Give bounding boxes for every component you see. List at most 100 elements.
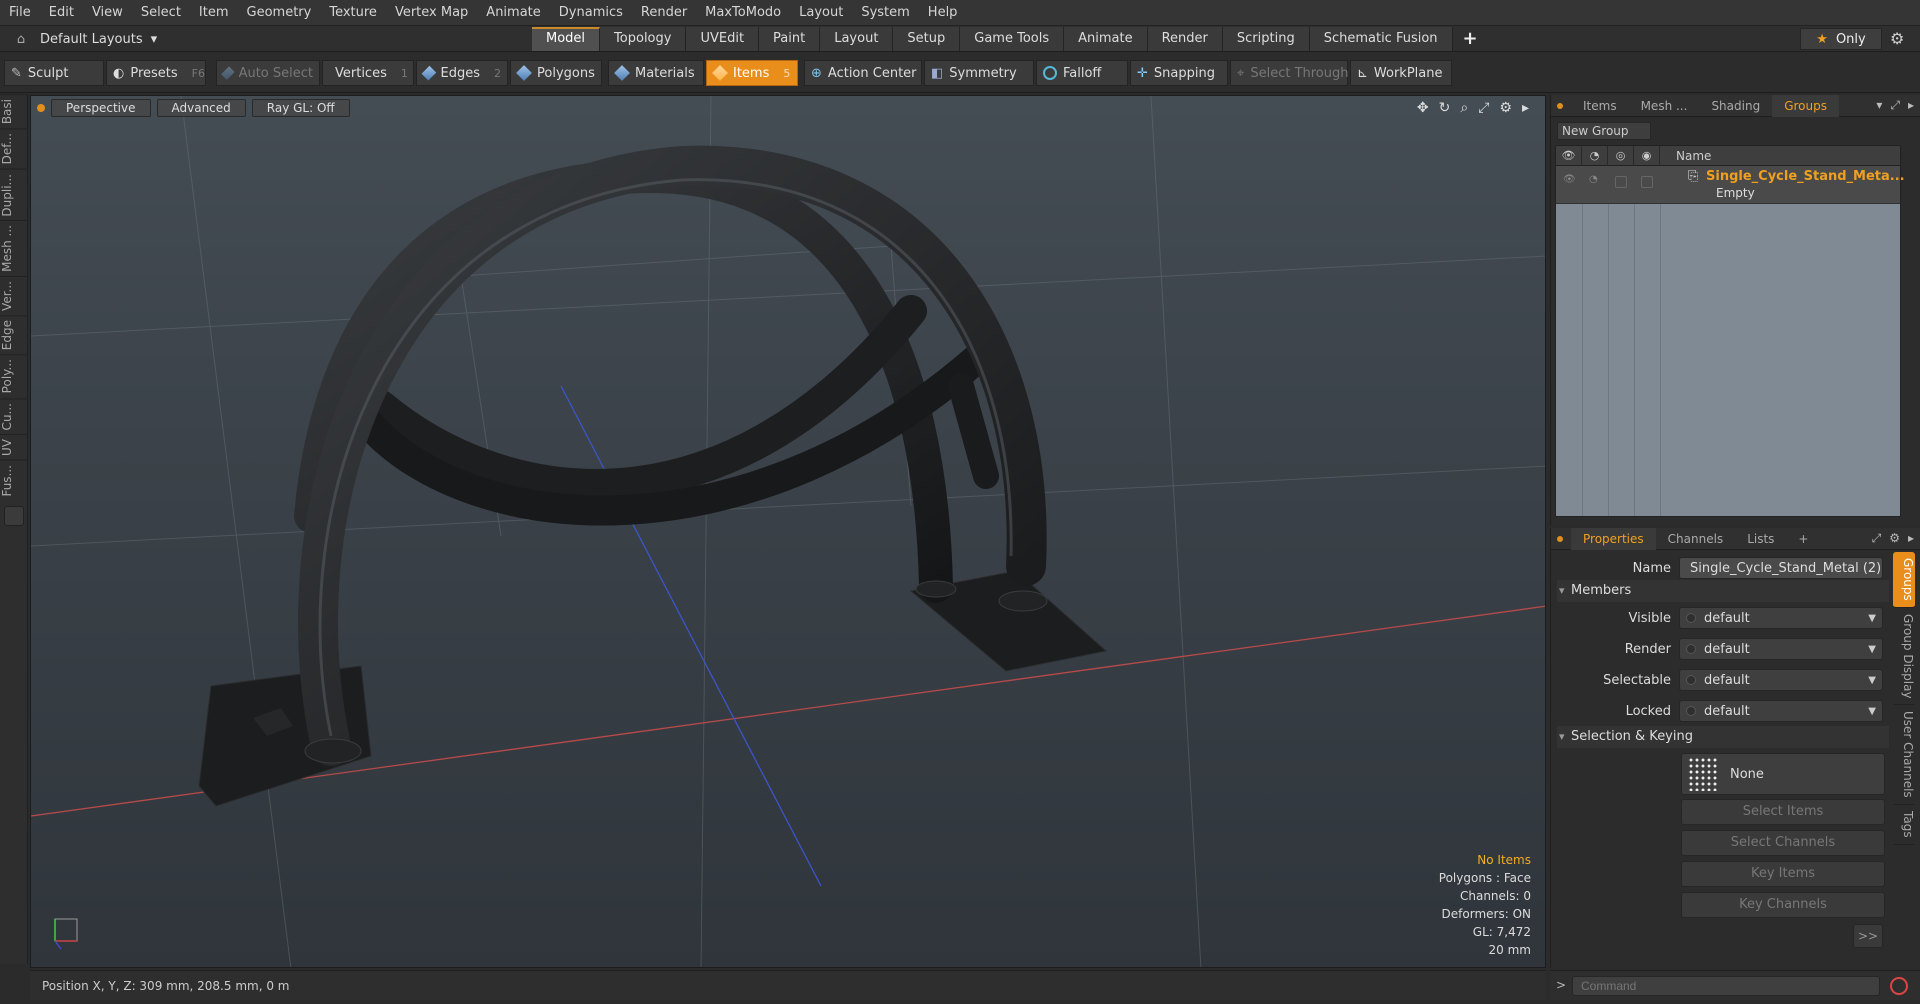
viewport-gear-icon[interactable]: ⚙ — [1499, 100, 1512, 116]
left-tab-edge[interactable]: Edge — [0, 314, 28, 355]
select-column-icon[interactable]: ◎ — [1608, 145, 1634, 166]
maximize-icon[interactable]: ⤢ — [1478, 100, 1489, 116]
left-tab-mesh[interactable]: Mesh ... — [0, 220, 28, 277]
select-channels-button[interactable]: Select Channels — [1681, 830, 1885, 856]
command-input[interactable] — [1572, 976, 1880, 996]
row-select-checkbox[interactable] — [1615, 176, 1627, 188]
panel-menu-icon[interactable]: ▾ — [1876, 98, 1882, 113]
row-render-icon[interactable]: ◔ — [1589, 174, 1601, 186]
menu-maxtomodo[interactable]: MaxToModo — [696, 0, 790, 26]
menu-file[interactable]: File — [0, 0, 40, 26]
locked-dropdown[interactable]: default ▼ — [1679, 700, 1883, 722]
left-tab-uv[interactable]: UV — [0, 433, 28, 460]
menu-dynamics[interactable]: Dynamics — [550, 0, 632, 26]
left-tab-fusion[interactable]: Fus... — [0, 459, 28, 501]
rotate-icon[interactable]: ↻ — [1439, 100, 1451, 116]
tab-uvedit[interactable]: UVEdit — [686, 27, 760, 51]
items-button[interactable]: Items 5 — [706, 60, 798, 86]
tab-scripting[interactable]: Scripting — [1222, 27, 1310, 51]
snapping-button[interactable]: ✛ Snapping — [1130, 60, 1228, 86]
side-tab-group-display[interactable]: Group Display — [1893, 608, 1915, 706]
tab-setup[interactable]: Setup — [893, 27, 961, 51]
menu-help[interactable]: Help — [919, 0, 967, 26]
left-tab-duplicate[interactable]: Dupli... — [0, 168, 28, 221]
render-keyframe-dot[interactable] — [1686, 644, 1696, 654]
presets-button[interactable]: ◐ Presets F6 — [106, 60, 206, 86]
tab-topology[interactable]: Topology — [600, 27, 687, 51]
render-column-icon[interactable]: ◔ — [1582, 145, 1608, 166]
tab-model[interactable]: Model — [532, 27, 601, 51]
more-button[interactable]: >> — [1853, 924, 1883, 948]
auto-select-button[interactable]: Auto Select — [216, 60, 320, 86]
selection-keying-section-header[interactable]: Selection & Keying — [1557, 726, 1889, 748]
panel-expand-icon[interactable]: ⤢ — [1890, 98, 1900, 113]
menu-edit[interactable]: Edit — [40, 0, 83, 26]
shading-mode-button[interactable]: Advanced — [156, 99, 246, 117]
tab-paint[interactable]: Paint — [759, 27, 821, 51]
tab-game-tools[interactable]: Game Tools — [960, 27, 1065, 51]
falloff-button[interactable]: Falloff — [1036, 60, 1128, 86]
layout-selector[interactable]: ⌂ Default Layouts ▾ — [10, 28, 157, 50]
render-dropdown[interactable]: default ▼ — [1679, 638, 1883, 660]
side-tab-user-channels[interactable]: User Channels — [1893, 705, 1915, 806]
menu-view[interactable]: View — [83, 0, 132, 26]
new-group-button[interactable]: New Group — [1557, 122, 1651, 140]
selection-mode-button[interactable]: None — [1681, 753, 1885, 795]
left-tab-curve[interactable]: Cu... — [0, 397, 28, 434]
3d-viewport[interactable]: Perspective Advanced Ray GL: Off ✥ ↻ ⌕ ⤢… — [30, 95, 1546, 968]
viewport-menu-arrow-icon[interactable]: ▸ — [1522, 100, 1529, 116]
menu-render[interactable]: Render — [632, 0, 696, 26]
members-section-header[interactable]: Members — [1557, 580, 1889, 602]
locked-keyframe-dot[interactable] — [1686, 706, 1696, 716]
props-arrow-icon[interactable]: ▸ — [1908, 531, 1914, 546]
menu-animate[interactable]: Animate — [477, 0, 549, 26]
tab-layout[interactable]: Layout — [820, 27, 894, 51]
menu-layout[interactable]: Layout — [790, 0, 852, 26]
only-toggle[interactable]: ★ Only — [1800, 28, 1882, 50]
expand-toolbox-button[interactable] — [4, 506, 24, 527]
vertices-button[interactable]: Vertices 1 — [322, 60, 414, 86]
left-tab-polygon[interactable]: Poly... — [0, 354, 28, 398]
menu-vertex-map[interactable]: Vertex Map — [386, 0, 477, 26]
action-center-button[interactable]: ⊕ Action Center — [804, 60, 922, 86]
tab-render[interactable]: Render — [1147, 27, 1223, 51]
tab-mesh[interactable]: Mesh ... — [1629, 95, 1700, 117]
sculpt-button[interactable]: ✎ Sculpt — [4, 60, 104, 86]
record-macro-icon[interactable] — [1890, 977, 1908, 995]
selectable-keyframe-dot[interactable] — [1686, 675, 1696, 685]
visibility-column-icon[interactable]: 👁 — [1556, 145, 1582, 166]
tab-groups[interactable]: Groups — [1772, 94, 1839, 117]
pan-icon[interactable]: ✥ — [1417, 100, 1429, 116]
name-field[interactable]: Single_Cycle_Stand_Metal (2) — [1679, 557, 1883, 579]
key-channels-button[interactable]: Key Channels — [1681, 892, 1885, 918]
props-gear-icon[interactable]: ⚙ — [1889, 531, 1900, 546]
menu-item[interactable]: Item — [190, 0, 238, 26]
selectable-dropdown[interactable]: default ▼ — [1679, 669, 1883, 691]
view-perspective-button[interactable]: Perspective — [51, 99, 151, 117]
materials-button[interactable]: Materials — [608, 60, 704, 86]
edges-button[interactable]: Edges 2 — [416, 60, 508, 86]
props-expand-icon[interactable]: ⤢ — [1872, 531, 1882, 546]
raygl-button[interactable]: Ray GL: Off — [251, 99, 350, 117]
select-through-button[interactable]: ⌖ Select Through — [1230, 60, 1349, 86]
menu-texture[interactable]: Texture — [320, 0, 386, 26]
add-props-tab-icon[interactable]: + — [1786, 528, 1820, 550]
symmetry-button[interactable]: ◧ Symmetry — [924, 60, 1034, 86]
tab-lists[interactable]: Lists — [1735, 528, 1786, 550]
zoom-icon[interactable]: ⌕ — [1460, 100, 1468, 116]
menu-geometry[interactable]: Geometry — [238, 0, 321, 26]
tab-items[interactable]: Items — [1571, 95, 1629, 117]
tab-channels[interactable]: Channels — [1656, 528, 1736, 550]
visible-dropdown[interactable]: default ▼ — [1679, 607, 1883, 629]
gear-icon[interactable]: ⚙ — [1890, 29, 1904, 48]
left-tab-deform[interactable]: Def... — [0, 128, 28, 169]
row-lock-checkbox[interactable] — [1641, 176, 1653, 188]
left-tab-vertex[interactable]: Ver... — [0, 276, 28, 315]
home-icon[interactable]: ⌂ — [10, 32, 32, 47]
visible-keyframe-dot[interactable] — [1686, 613, 1696, 623]
key-items-button[interactable]: Key Items — [1681, 861, 1885, 887]
tab-schematic-fusion[interactable]: Schematic Fusion — [1309, 27, 1453, 51]
row-visibility-icon[interactable]: 👁 — [1563, 174, 1576, 186]
add-tab-icon[interactable]: + — [1453, 27, 1488, 51]
left-tab-basic[interactable]: Basi — [0, 94, 28, 129]
